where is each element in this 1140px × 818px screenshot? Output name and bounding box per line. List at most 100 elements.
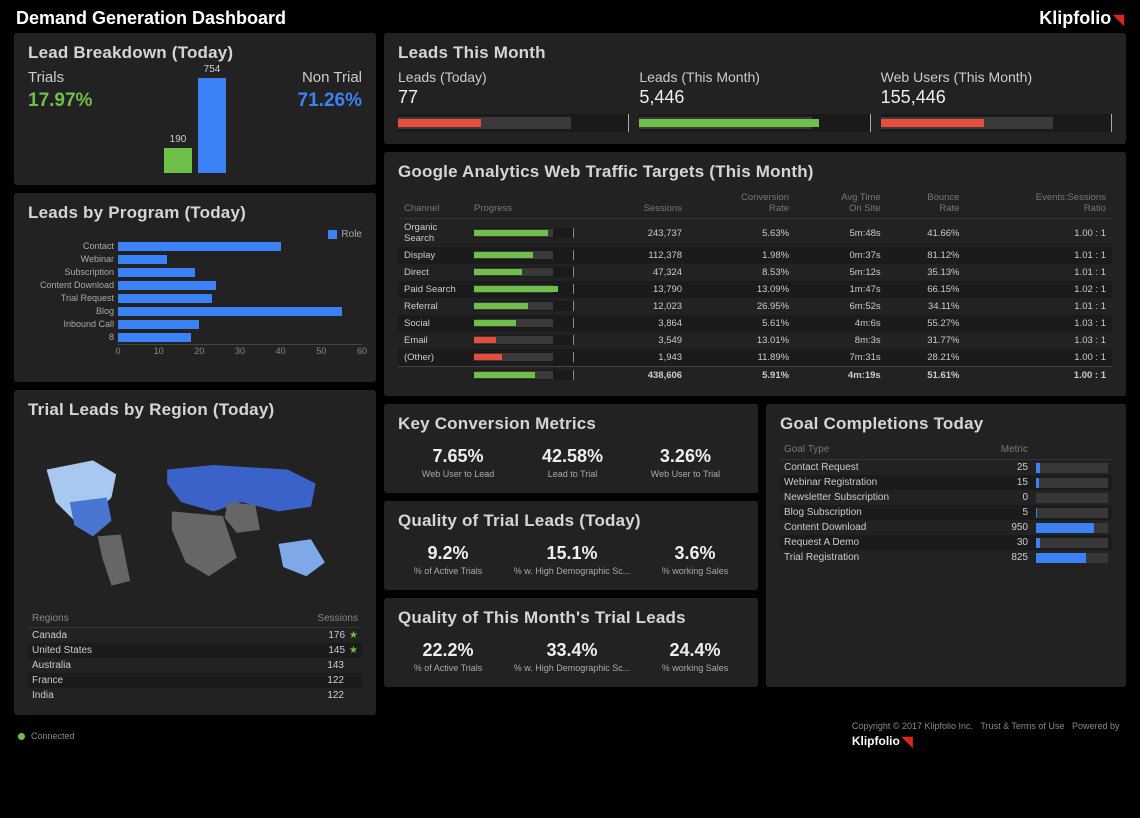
panel-lead-breakdown: Lead Breakdown (Today) Trials 17.97% 190… [14,33,376,185]
bar-category: Blog [28,306,114,316]
table-row[interactable]: Paid Search 13,790 13.09% 1m:47s 66.15% … [398,281,1112,298]
cell-goal-type: Trial Registration [780,550,997,565]
cell-time: 4m:6s [795,315,887,332]
axis-tick: 10 [154,346,164,356]
goal-bar [1036,463,1108,473]
kpi-title: Leads (This Month) [639,69,870,85]
cell-metric: 30 [997,535,1032,550]
col-header: Avg Time On Site [795,188,887,219]
cell-bounce: 81.12% [887,247,966,264]
table-row[interactable]: Canada176★ [28,628,362,644]
cell-ratio: 1.03 : 1 [965,315,1112,332]
metric-value: 3.6% [662,543,729,564]
cell-sessions: 243,737 [598,219,688,248]
cell-ratio: 1.00 : 1 [965,219,1112,248]
cell-sessions: 143 [223,658,362,673]
chart-bar-row: 8 [118,331,362,343]
cell-ratio: 1.02 : 1 [965,281,1112,298]
table-row[interactable]: Referral 12,023 26.95% 6m:52s 34.11% 1.0… [398,298,1112,315]
goals-table: Goal Type Metric Contact Request 25 Webi… [780,440,1112,565]
cell-metric: 5 [997,505,1032,520]
table-row[interactable]: Display 112,378 1.98% 0m:37s 81.12% 1.01… [398,247,1112,264]
cell-ratio: 1.01 : 1 [965,298,1112,315]
panel-title: Leads This Month [398,43,1112,63]
table-row[interactable]: Trial Registration 825 [780,550,1112,565]
table-row[interactable]: Newsletter Subscription 0 [780,490,1112,505]
cell-sessions: 112,378 [598,247,688,264]
chart-bar-row: Inbound Call [118,318,362,330]
table-row[interactable]: Australia143 [28,658,362,673]
cell-time: 0m:37s [795,247,887,264]
bar-category: Content Download [28,280,114,290]
panel-title: Quality of This Month's Trial Leads [398,608,744,628]
table-row[interactable]: Request A Demo 30 [780,535,1112,550]
progress-bar [474,335,574,345]
goal-bar [1036,553,1108,563]
metric-label: Web User to Lead [422,469,494,479]
cell-sessions: 12,023 [598,298,688,315]
cell-goal-type: Contact Request [780,460,997,476]
cell-sessions: 122 [223,673,362,688]
metric-item: 15.1%% w. High Demographic Sc... [514,543,631,576]
table-row[interactable]: Blog Subscription 5 [780,505,1112,520]
progress-bar [474,352,574,362]
goal-bar [1036,538,1108,548]
bar-fill [118,242,281,251]
nontrial-pct: 71.26% [298,90,362,112]
metric-value: 42.58% [542,446,603,467]
table-row[interactable]: United States145★ [28,643,362,658]
cell-metric: 825 [997,550,1032,565]
cell-sessions: 145★ [223,643,362,658]
cell-time: 8m:3s [795,332,887,349]
cell-ratio: 1.01 : 1 [965,264,1112,281]
cell-bounce: 31.77% [887,332,966,349]
col-header: Progress [468,188,598,219]
terms-link[interactable]: Trust & Terms of Use [980,721,1064,731]
progress-bar [474,318,574,328]
bar-category: Inbound Call [28,319,114,329]
table-row[interactable]: Social 3,864 5.61% 4m:6s 55.27% 1.03 : 1 [398,315,1112,332]
table-row[interactable]: India122 [28,688,362,703]
bar-fill [118,294,212,303]
chart-bar-row: Trial Request [118,292,362,304]
metric-item: 42.58%Lead to Trial [542,446,603,479]
world-map [28,426,362,606]
table-row[interactable]: Email 3,549 13.01% 8m:3s 31.77% 1.03 : 1 [398,332,1112,349]
metric-item: 9.2%% of Active Trials [414,543,483,576]
col-region: Regions [28,610,223,628]
table-total-row: 438,6065.91%4m:19s51.61%1.00 : 1 [398,367,1112,385]
copyright: Copyright © 2017 [852,721,922,731]
cell-time: 7m:31s [795,349,887,367]
company-link[interactable]: Klipfolio Inc. [925,721,974,731]
metric-label: Web User to Trial [651,469,720,479]
axis-tick: 20 [194,346,204,356]
col-header: Channel [398,188,468,219]
progress-bar [474,267,574,277]
table-row[interactable]: France122 [28,673,362,688]
bar-value: 190 [170,134,187,145]
progress-bar [474,228,574,238]
trials-pct: 17.97% [28,90,92,112]
table-row[interactable]: Webinar Registration 15 [780,475,1112,490]
panel-title: Trial Leads by Region (Today) [28,400,362,420]
table-row[interactable]: Direct 47,324 8.53% 5m:12s 35.13% 1.01 :… [398,264,1112,281]
bar-category: Contact [28,241,114,251]
table-row[interactable]: Contact Request 25 [780,460,1112,476]
table-row[interactable]: Content Download 950 [780,520,1112,535]
lead-breakdown-chart: 190 754 [164,73,226,173]
cell-conv: 13.09% [688,281,795,298]
cell-metric: 25 [997,460,1032,476]
table-row[interactable]: Organic Search 243,737 5.63% 5m:48s 41.6… [398,219,1112,248]
metric-value: 3.26% [651,446,720,467]
panel-leads-this-month: Leads This Month Leads (Today) 77 Leads … [384,33,1126,144]
cell-conv: 1.98% [688,247,795,264]
panel-title: Leads by Program (Today) [28,203,362,223]
page-title: Demand Generation Dashboard [16,8,286,29]
kpi-progress [881,114,1112,132]
table-row[interactable]: (Other) 1,943 11.89% 7m:31s 28.21% 1.00 … [398,349,1112,367]
metric-value: 7.65% [422,446,494,467]
metric-item: 3.26% Web User to Trial [651,446,720,479]
cell-metric: 950 [997,520,1032,535]
axis-tick: 60 [357,346,367,356]
kpi-value: 155,446 [881,87,1112,108]
